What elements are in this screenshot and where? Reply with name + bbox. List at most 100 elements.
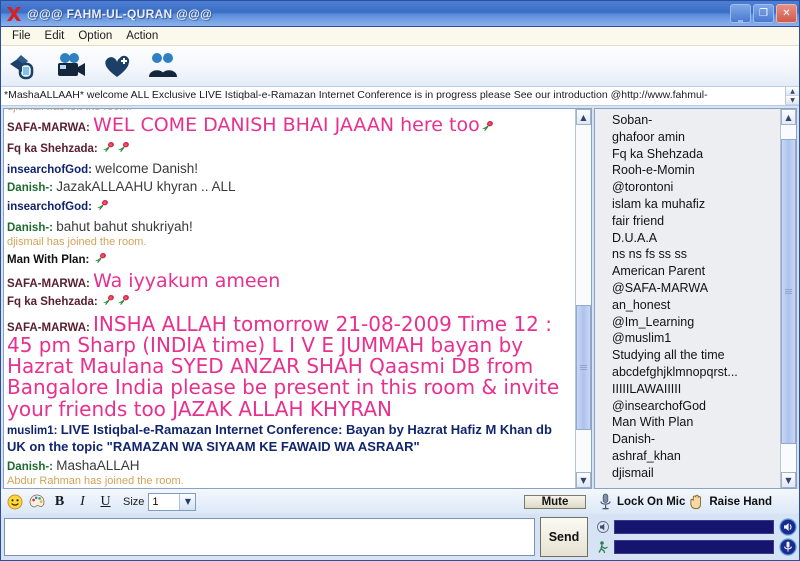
menu-item-option[interactable]: Option bbox=[71, 29, 119, 43]
banner-scroll-up-icon[interactable]: ▲ bbox=[786, 87, 799, 96]
user-list-item[interactable]: an_honest bbox=[612, 297, 780, 314]
smiley-face-icon[interactable] bbox=[6, 493, 24, 511]
chat-message-text: Wa iyyakum ameen bbox=[93, 270, 281, 293]
send-button[interactable]: Send bbox=[540, 516, 588, 557]
chat-message: insearchofGod: welcome Danish! bbox=[7, 160, 572, 177]
chat-message: SAFA-MARWA: WEL COME DANISH BHAI JAAAN h… bbox=[7, 115, 572, 138]
chat-message-nick[interactable]: SAFA-MARWA: bbox=[7, 278, 93, 290]
user-list-item[interactable]: Man With Plan bbox=[612, 414, 780, 431]
chat-message-text: JazakALLAAHU khyran .. ALL bbox=[56, 179, 236, 195]
italic-button[interactable]: I bbox=[73, 493, 92, 511]
scroll-thumb-grip-icon bbox=[580, 364, 587, 371]
user-list-item[interactable]: Fq ka Shehzada bbox=[612, 146, 780, 163]
user-list-item[interactable]: @insearchofGod bbox=[612, 398, 780, 415]
chat-scroll-thumb[interactable] bbox=[576, 305, 591, 431]
chat-message-nick[interactable]: Danish-: bbox=[7, 182, 56, 194]
user-list-item[interactable]: @Im_Learning bbox=[612, 314, 780, 331]
users-scroll-track[interactable] bbox=[781, 125, 796, 472]
user-list-item[interactable]: Studying all the time bbox=[612, 347, 780, 364]
window-title: @@@ FAHM-UL-QURAN @@@ bbox=[27, 6, 213, 21]
heart-plus-add-friend-icon[interactable] bbox=[99, 49, 135, 83]
font-size-value: 1 bbox=[152, 495, 159, 508]
chat-message-nick[interactable]: SAFA-MARWA: bbox=[7, 322, 93, 334]
chat-log[interactable]: djismail has left the room.SAFA-MARWA: W… bbox=[4, 109, 575, 488]
minimize-button[interactable]: _ bbox=[730, 4, 751, 23]
chat-message-nick[interactable]: Fq ka Shehzada: bbox=[7, 296, 101, 308]
chat-message-text: bahut bahut shukriyah! bbox=[56, 218, 193, 234]
color-palette-icon[interactable] bbox=[28, 493, 46, 511]
chat-scroll-track[interactable] bbox=[576, 125, 591, 472]
user-list-item[interactable]: ashraf_khan bbox=[612, 448, 780, 465]
chat-scrollbar[interactable]: ▲ ▼ bbox=[575, 109, 591, 488]
banner-scroll-down-icon[interactable]: ▼ bbox=[786, 96, 799, 105]
lock-on-mic-button[interactable]: Lock On Mic bbox=[617, 496, 685, 508]
user-list-item[interactable]: abcdefghjklmnopqrst... bbox=[612, 364, 780, 381]
chevron-down-icon[interactable]: ▼ bbox=[179, 493, 196, 510]
mute-button[interactable]: Mute bbox=[524, 494, 586, 509]
chat-message-nick[interactable]: Man With Plan: bbox=[7, 254, 93, 266]
main-toolbar bbox=[1, 46, 799, 87]
chat-message: Danish-: MashaALLAH bbox=[7, 457, 572, 474]
video-camera-icon[interactable] bbox=[53, 49, 89, 83]
user-list-item[interactable]: Danish- bbox=[612, 431, 780, 448]
audio-meters-panel bbox=[592, 514, 799, 560]
users-column: Soban-ghafoor amin Fq ka Shehzada Rooh-e-M… bbox=[592, 106, 799, 489]
size-label: Size bbox=[123, 495, 145, 508]
window-controls: _ ❐ ✕ bbox=[730, 4, 797, 23]
chat-message-text: LIVE Istiqbal-e-Ramazan Internet Confere… bbox=[7, 422, 552, 455]
people-users-icon[interactable] bbox=[145, 49, 181, 83]
menu-item-edit[interactable]: Edit bbox=[38, 29, 72, 43]
user-list-item[interactable]: ghafoor amin bbox=[612, 129, 780, 146]
rose-emoticon-icon bbox=[116, 140, 131, 159]
user-list-item[interactable]: djismail bbox=[612, 465, 780, 482]
chat-message: Fq ka Shehzada: bbox=[7, 292, 572, 312]
chat-scroll-up-icon[interactable]: ▲ bbox=[576, 109, 591, 125]
chat-message-nick[interactable]: SAFA-MARWA: bbox=[7, 122, 93, 134]
format-bar-row: B I U Size 1 ▼ Mute Lock On Mic Raise Ha… bbox=[1, 489, 799, 514]
message-input[interactable] bbox=[4, 517, 535, 556]
announcement-banner: *MashaALLAAH* welcome ALL Exclusive LIVE… bbox=[1, 87, 799, 106]
user-list-item[interactable]: islam ka muhafiz bbox=[612, 196, 780, 213]
user-list-item[interactable]: Soban- bbox=[612, 112, 780, 129]
chat-message-nick[interactable]: Danish-: bbox=[7, 222, 56, 234]
user-list-item[interactable]: @SAFA-MARWA bbox=[612, 280, 780, 297]
user-list-item[interactable]: fair friend bbox=[612, 213, 780, 230]
user-list-item[interactable]: @muslim1 bbox=[612, 330, 780, 347]
red-x-logo-icon bbox=[5, 5, 23, 23]
user-list-item[interactable]: D.U.A.A bbox=[612, 230, 780, 247]
user-list-item[interactable]: Rooh-e-Momin bbox=[612, 162, 780, 179]
close-button[interactable]: ✕ bbox=[776, 4, 797, 23]
users-scroll-thumb[interactable] bbox=[781, 138, 796, 445]
bold-button[interactable]: B bbox=[50, 493, 69, 511]
rose-emoticon-icon bbox=[93, 251, 108, 270]
speaker-toggle-icon[interactable] bbox=[778, 518, 797, 536]
restore-button[interactable]: ❐ bbox=[753, 4, 774, 23]
chat-message-nick[interactable]: insearchofGod: bbox=[7, 201, 95, 213]
font-size-select[interactable]: 1 ▼ bbox=[148, 492, 197, 511]
user-list-item[interactable]: American Parent bbox=[612, 263, 780, 280]
chat-message-nick[interactable]: Danish-: bbox=[7, 461, 56, 473]
chat-message-nick[interactable]: muslim1: bbox=[7, 425, 61, 437]
chat-message-nick[interactable]: insearchofGod: bbox=[7, 164, 95, 176]
user-list-panel: Soban-ghafoor amin Fq ka Shehzada Rooh-e-M… bbox=[594, 108, 797, 489]
mic-level-meter[interactable] bbox=[614, 540, 774, 554]
chat-message-nick[interactable]: Fq ka Shehzada: bbox=[7, 143, 101, 155]
chat-message: Danish-: bahut bahut shukriyah! bbox=[7, 218, 572, 235]
speaker-level-meter[interactable] bbox=[614, 520, 774, 534]
underline-button[interactable]: U bbox=[96, 493, 115, 511]
user-list[interactable]: Soban-ghafoor amin Fq ka Shehzada Rooh-e-M… bbox=[595, 109, 780, 488]
microphone-toggle-icon[interactable] bbox=[778, 538, 797, 556]
user-list-item[interactable]: @torontoni bbox=[612, 179, 780, 196]
user-list-item[interactable]: IIIIILAWAIIIII bbox=[612, 381, 780, 398]
user-list-item[interactable]: ns ns fs ss ss bbox=[612, 246, 780, 263]
chat-scroll-down-icon[interactable]: ▼ bbox=[576, 472, 591, 488]
raised-hand-icon[interactable] bbox=[688, 493, 706, 511]
menu-item-action[interactable]: Action bbox=[119, 29, 165, 43]
users-scroll-up-icon[interactable]: ▲ bbox=[781, 109, 796, 125]
user-list-scrollbar[interactable]: ▲ ▼ bbox=[780, 109, 796, 488]
raise-hand-button[interactable]: Raise Hand bbox=[709, 496, 772, 508]
megaphone-broadcast-icon[interactable] bbox=[7, 49, 43, 83]
banner-spinner-controls[interactable]: ▲ ▼ bbox=[785, 87, 799, 105]
menu-item-file[interactable]: File bbox=[5, 29, 38, 43]
users-scroll-down-icon[interactable]: ▼ bbox=[781, 472, 796, 488]
